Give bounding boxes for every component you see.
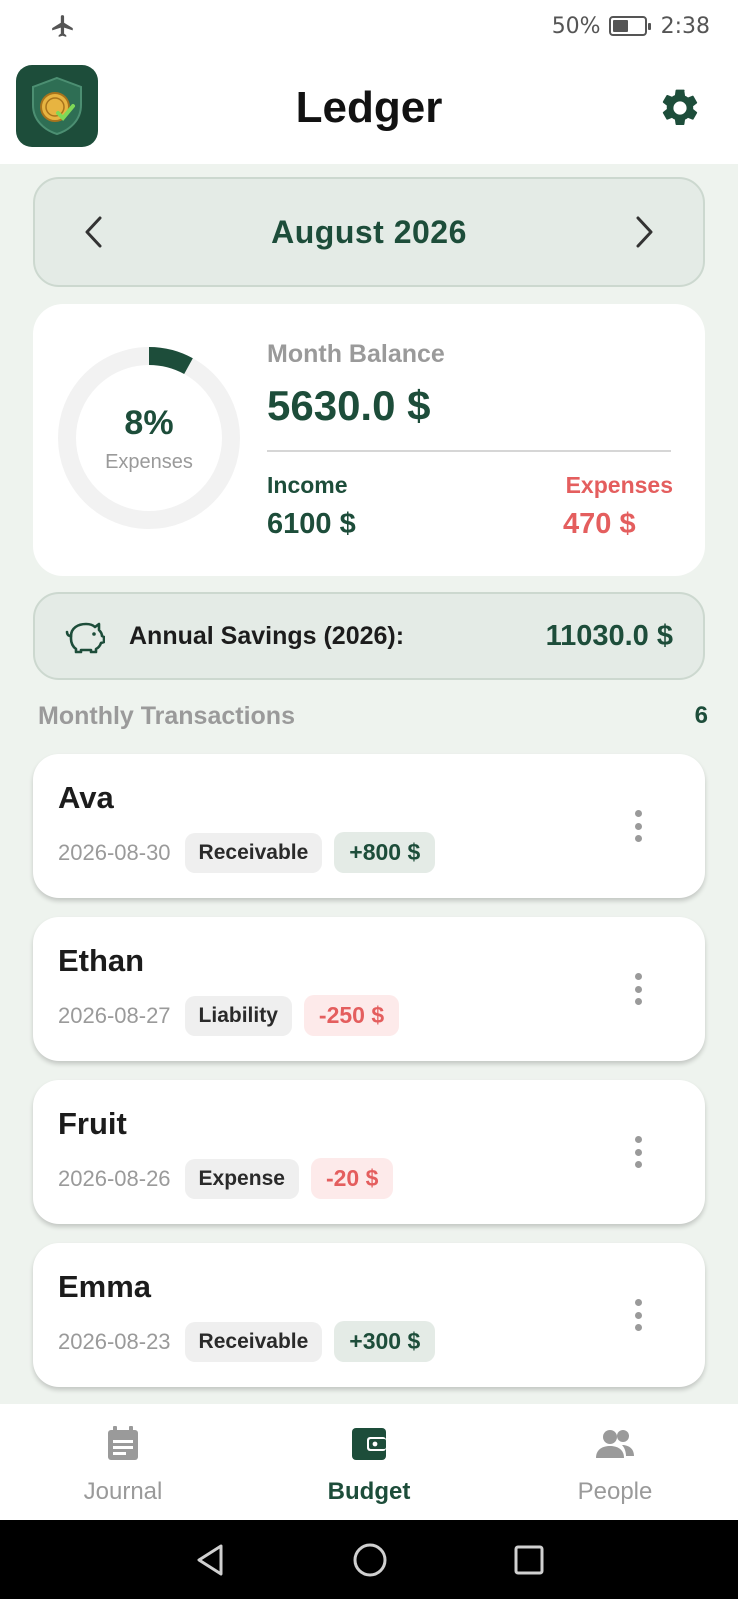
airplane-mode-icon bbox=[52, 15, 73, 37]
gear-icon bbox=[662, 89, 698, 125]
bottom-nav: Journal Budget People bbox=[0, 1404, 738, 1520]
expenses-value: 470 $ bbox=[563, 508, 636, 540]
transaction-type-badge: Liability bbox=[184, 995, 292, 1036]
balance-label: Month Balance bbox=[267, 340, 445, 368]
journal-icon bbox=[108, 1426, 138, 1460]
battery-icon bbox=[608, 16, 651, 36]
next-month-button[interactable] bbox=[627, 214, 663, 250]
transaction-amount: -20 $ bbox=[310, 1158, 394, 1199]
transactions-count: 6 bbox=[694, 702, 708, 729]
home-icon[interactable] bbox=[352, 1542, 388, 1578]
savings-label: Annual Savings (2026): bbox=[129, 621, 405, 650]
transaction-amount: +300 $ bbox=[334, 1321, 436, 1362]
transaction-type-badge: Receivable bbox=[184, 832, 323, 873]
nav-label: Journal bbox=[83, 1478, 163, 1505]
settings-button[interactable] bbox=[658, 86, 702, 130]
savings-value: 11030.0 $ bbox=[545, 619, 673, 652]
prev-month-button[interactable] bbox=[75, 214, 111, 250]
income-value: 6100 $ bbox=[267, 508, 356, 540]
transaction-date: 2026-08-30 bbox=[58, 839, 171, 865]
transaction-name: Fruit bbox=[58, 1106, 127, 1141]
more-options-icon[interactable] bbox=[633, 1299, 643, 1331]
nav-tab-journal[interactable]: Journal bbox=[0, 1404, 246, 1520]
more-options-icon[interactable] bbox=[633, 1136, 643, 1168]
month-label: August 2026 bbox=[271, 213, 467, 250]
chevron-right-icon bbox=[636, 216, 653, 248]
app-header: Ledger bbox=[0, 52, 738, 164]
system-nav-bar bbox=[0, 1520, 738, 1599]
transaction-amount: +800 $ bbox=[334, 832, 436, 873]
transaction-name: Ethan bbox=[58, 943, 145, 978]
transaction-type-badge: Receivable bbox=[184, 1321, 323, 1362]
balance-card: 8% Expenses Month Balance 5630.0 $ Incom… bbox=[33, 304, 705, 576]
annual-savings-card: Annual Savings (2026): 11030.0 $ bbox=[33, 592, 705, 680]
divider bbox=[267, 450, 671, 452]
battery-percent: 50% bbox=[551, 13, 601, 39]
transaction-card[interactable]: Emma 2026-08-23 Receivable +300 $ bbox=[33, 1243, 705, 1387]
status-bar: 50% 2:38 bbox=[0, 0, 738, 52]
wallet-icon bbox=[352, 1428, 386, 1460]
transactions-header: Monthly Transactions bbox=[38, 702, 295, 730]
status-indicators: 50% 2:38 bbox=[552, 14, 710, 39]
expense-ring-arc bbox=[148, 347, 193, 375]
nav-label: People bbox=[577, 1478, 653, 1505]
expense-ring-label: Expenses bbox=[105, 451, 193, 473]
recents-icon[interactable] bbox=[513, 1544, 545, 1576]
transaction-amount: -250 $ bbox=[303, 995, 400, 1036]
shield-coin-icon bbox=[32, 76, 82, 136]
back-icon[interactable] bbox=[193, 1542, 227, 1578]
clock: 2:38 bbox=[660, 13, 710, 39]
transaction-card[interactable]: Ava 2026-08-30 Receivable +800 $ bbox=[33, 754, 705, 898]
more-options-icon[interactable] bbox=[633, 810, 643, 842]
transaction-date: 2026-08-26 bbox=[58, 1165, 171, 1191]
transaction-date: 2026-08-23 bbox=[58, 1328, 171, 1354]
transaction-type-badge: Expense bbox=[184, 1158, 299, 1199]
expense-percent: 8% bbox=[124, 404, 174, 442]
transaction-date: 2026-08-27 bbox=[58, 1002, 171, 1028]
main-content[interactable]: August 2026 8% Expenses Month Balance 56… bbox=[0, 164, 738, 1404]
balance-value: 5630.0 $ bbox=[267, 382, 431, 429]
nav-tab-people[interactable]: People bbox=[492, 1404, 738, 1520]
month-selector: August 2026 bbox=[33, 177, 705, 287]
people-icon bbox=[596, 1430, 634, 1458]
transaction-card[interactable]: Fruit 2026-08-26 Expense -20 $ bbox=[33, 1080, 705, 1224]
nav-tab-budget[interactable]: Budget bbox=[246, 1404, 492, 1520]
chevron-left-icon bbox=[85, 216, 102, 248]
expenses-label: Expenses bbox=[565, 472, 673, 498]
more-options-icon[interactable] bbox=[633, 973, 643, 1005]
transaction-name: Emma bbox=[58, 1269, 152, 1304]
app-logo bbox=[16, 65, 98, 147]
piggy-bank-icon bbox=[65, 622, 105, 654]
income-label: Income bbox=[267, 472, 348, 498]
page-title: Ledger bbox=[295, 83, 443, 132]
transaction-card[interactable]: Ethan 2026-08-27 Liability -250 $ bbox=[33, 917, 705, 1061]
nav-label: Budget bbox=[327, 1478, 411, 1505]
transaction-name: Ava bbox=[58, 780, 114, 815]
